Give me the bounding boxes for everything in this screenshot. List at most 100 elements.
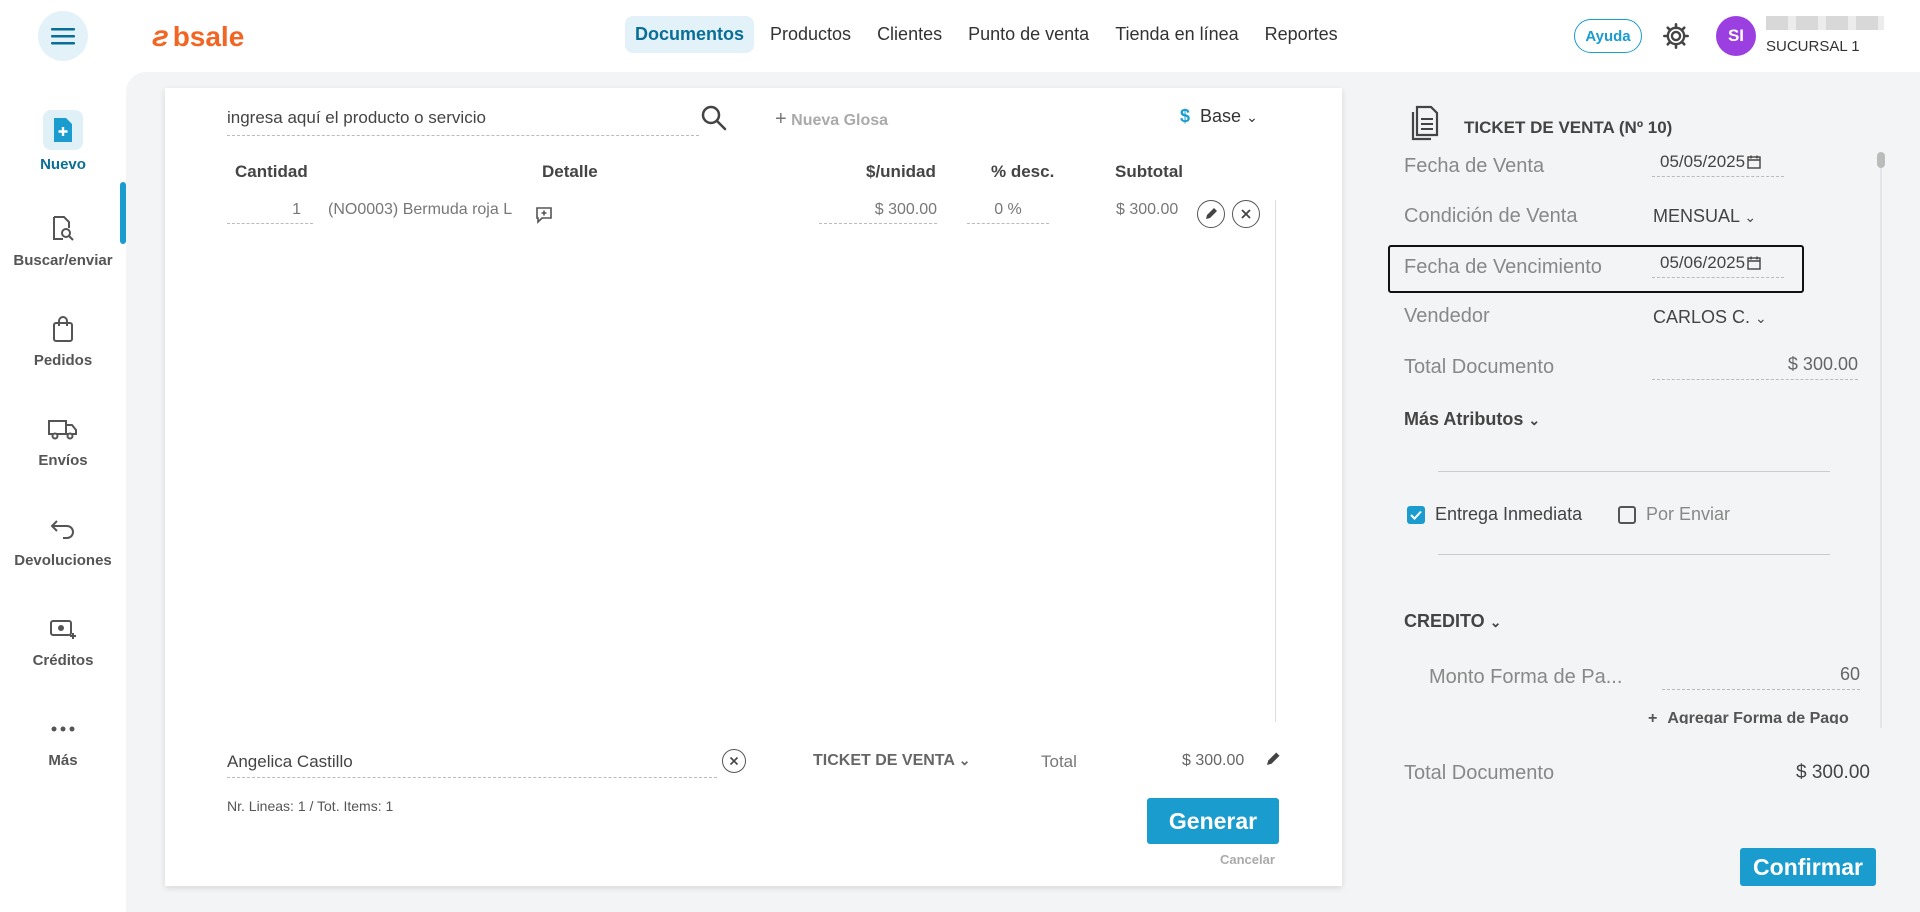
discount-input[interactable]: 0 % — [967, 201, 1049, 224]
entrega-inmediata-label[interactable]: Entrega Inmediata — [1435, 504, 1582, 525]
vendedor-select[interactable]: CARLOS C. ⌄ — [1653, 307, 1767, 328]
sidebar-item-label: Envíos — [38, 452, 88, 469]
top-bar: ƨ bsale Documentos Productos Clientes Pu… — [0, 0, 1920, 72]
add-payment-label: Agregar Forma de Pago — [1667, 710, 1849, 724]
add-payment-link[interactable]: + Agregar Forma de Pago — [1648, 710, 1849, 724]
nav-documentos[interactable]: Documentos — [625, 16, 755, 53]
logo-text: bsale — [172, 21, 245, 52]
menu-button[interactable] — [38, 11, 88, 61]
confirm-button[interactable]: Confirmar — [1740, 848, 1876, 886]
pencil-icon — [1206, 208, 1217, 219]
search-icon[interactable] — [700, 104, 728, 132]
calendar-icon — [1747, 256, 1761, 270]
nav-productos[interactable]: Productos — [760, 16, 861, 53]
pencil-icon[interactable] — [1265, 751, 1281, 767]
sidebar-item-mas[interactable]: Más — [0, 712, 126, 769]
calendar-icon — [1747, 155, 1761, 169]
nav-tienda-en-linea[interactable]: Tienda en línea — [1105, 16, 1248, 53]
sidebar-item-envios[interactable]: Envíos — [0, 412, 126, 469]
branch-label[interactable]: SUCURSAL 1 — [1766, 38, 1860, 55]
payment-method-select[interactable]: CREDITO ⌄ — [1404, 611, 1501, 632]
new-glosa-button[interactable]: + Nueva Glosa — [775, 108, 888, 131]
logo[interactable]: ƨ bsale — [152, 20, 244, 54]
search-document-icon — [46, 212, 80, 246]
close-icon — [729, 756, 739, 766]
por-enviar-label[interactable]: Por Enviar — [1646, 504, 1730, 525]
edit-row-button[interactable] — [1197, 200, 1225, 228]
column-header: Cantidad — [235, 162, 308, 181]
price-list-select[interactable]: $ Base ⌄ — [1180, 106, 1258, 127]
nav-clientes[interactable]: Clientes — [867, 16, 952, 53]
bag-icon — [46, 312, 80, 346]
scrollbar-thumb[interactable] — [1877, 152, 1885, 168]
column-header: Subtotal — [1115, 162, 1183, 181]
column-header: % desc. — [991, 162, 1055, 181]
sidebar-item-label: Devoluciones — [14, 552, 112, 569]
gear-icon[interactable] — [1662, 22, 1690, 50]
check-icon — [1410, 510, 1422, 520]
condicion-venta-select[interactable]: MENSUAL ⌄ — [1653, 206, 1756, 227]
client-input[interactable]: Angelica Castillo — [227, 748, 717, 778]
chevron-down-icon: ⌄ — [958, 752, 971, 768]
plus-icon: + — [1648, 710, 1658, 724]
nav-punto-de-venta[interactable]: Punto de venta — [958, 16, 1099, 53]
sidebar-item-label: Más — [48, 752, 78, 769]
price-list-label: Base — [1200, 106, 1242, 126]
sidebar-item-nuevo[interactable]: Nuevo — [0, 110, 126, 173]
payment-method-value: CREDITO — [1404, 611, 1485, 631]
unit-price-input[interactable]: $ 300.00 — [819, 201, 937, 224]
sidebar-item-devoluciones[interactable]: Devoluciones — [0, 512, 126, 569]
help-button[interactable]: Ayuda — [1574, 19, 1642, 53]
mas-atributos-label: Más Atributos — [1404, 409, 1524, 429]
fecha-venta-value: 05/05/2025 — [1660, 152, 1746, 171]
divider — [1275, 200, 1276, 722]
mas-atributos-toggle[interactable]: Más Atributos ⌄ — [1404, 409, 1540, 430]
condicion-venta-label: Condición de Venta — [1404, 205, 1578, 227]
chevron-down-icon: ⌄ — [1744, 209, 1757, 225]
panel-title: TICKET DE VENTA (Nº 10) — [1464, 118, 1673, 137]
clear-client-button[interactable] — [722, 749, 746, 773]
condicion-venta-value: MENSUAL — [1653, 206, 1740, 226]
cancel-link[interactable]: Cancelar — [1220, 852, 1275, 867]
avatar[interactable]: SI — [1716, 16, 1756, 56]
total-documento-label: Total Documento — [1404, 356, 1555, 378]
lines-summary: Nr. Lineas: 1 / Tot. Items: 1 — [227, 798, 394, 814]
total-documento-value: $ 300.00 — [1652, 354, 1858, 380]
document-editor: ingresa aquí el producto o servicio + Nu… — [165, 88, 1342, 886]
column-header: Detalle — [542, 162, 598, 181]
sidebar-item-pedidos[interactable]: Pedidos — [0, 312, 126, 369]
column-header: $/unidad — [866, 162, 936, 181]
sidebar-item-creditos[interactable]: Créditos — [0, 612, 126, 669]
product-search-input[interactable]: ingresa aquí el producto o servicio — [227, 106, 699, 136]
main-nav: Documentos Productos Clientes Punto de v… — [625, 16, 1354, 53]
sidebar-item-buscar[interactable]: Buscar/enviar — [0, 212, 126, 269]
fecha-vencimiento-value: 05/06/2025 — [1660, 253, 1746, 272]
chevron-down-icon: ⌄ — [1489, 614, 1502, 630]
fecha-vencimiento-input[interactable]: 05/06/2025 — [1652, 253, 1784, 278]
quantity-input[interactable]: 1 — [227, 201, 313, 224]
footer-total-label: Total Documento — [1404, 762, 1555, 784]
vendedor-label: Vendedor — [1404, 305, 1490, 327]
chevron-down-icon: ⌄ — [1755, 310, 1767, 326]
nav-reportes[interactable]: Reportes — [1255, 16, 1348, 53]
add-comment-icon[interactable] — [535, 206, 553, 224]
bsale-logo-icon: ƨ — [152, 20, 169, 53]
document-type-select[interactable]: TICKET DE VENTA ⌄ — [813, 752, 971, 770]
generate-button[interactable]: Generar — [1147, 798, 1279, 844]
sidebar-item-label: Buscar/enviar — [13, 252, 113, 269]
row-subtotal: $ 300.00 — [1116, 201, 1179, 218]
divider — [1438, 471, 1830, 472]
delete-row-button[interactable] — [1232, 200, 1260, 228]
more-icon — [46, 712, 80, 746]
monto-input[interactable]: 60 — [1662, 664, 1860, 690]
monto-label: Monto Forma de Pa... — [1429, 666, 1623, 688]
chevron-down-icon: ⌄ — [1246, 109, 1258, 125]
por-enviar-checkbox[interactable] — [1618, 506, 1636, 524]
entrega-inmediata-checkbox[interactable] — [1407, 506, 1425, 524]
sidebar-item-label: Créditos — [32, 652, 94, 669]
fecha-vencimiento-label: Fecha de Vencimiento — [1404, 256, 1602, 278]
hamburger-icon — [51, 28, 75, 45]
fecha-venta-input[interactable]: 05/05/2025 — [1652, 152, 1784, 177]
fecha-venta-label: Fecha de Venta — [1404, 155, 1545, 177]
scrollbar-track[interactable] — [1880, 168, 1882, 728]
